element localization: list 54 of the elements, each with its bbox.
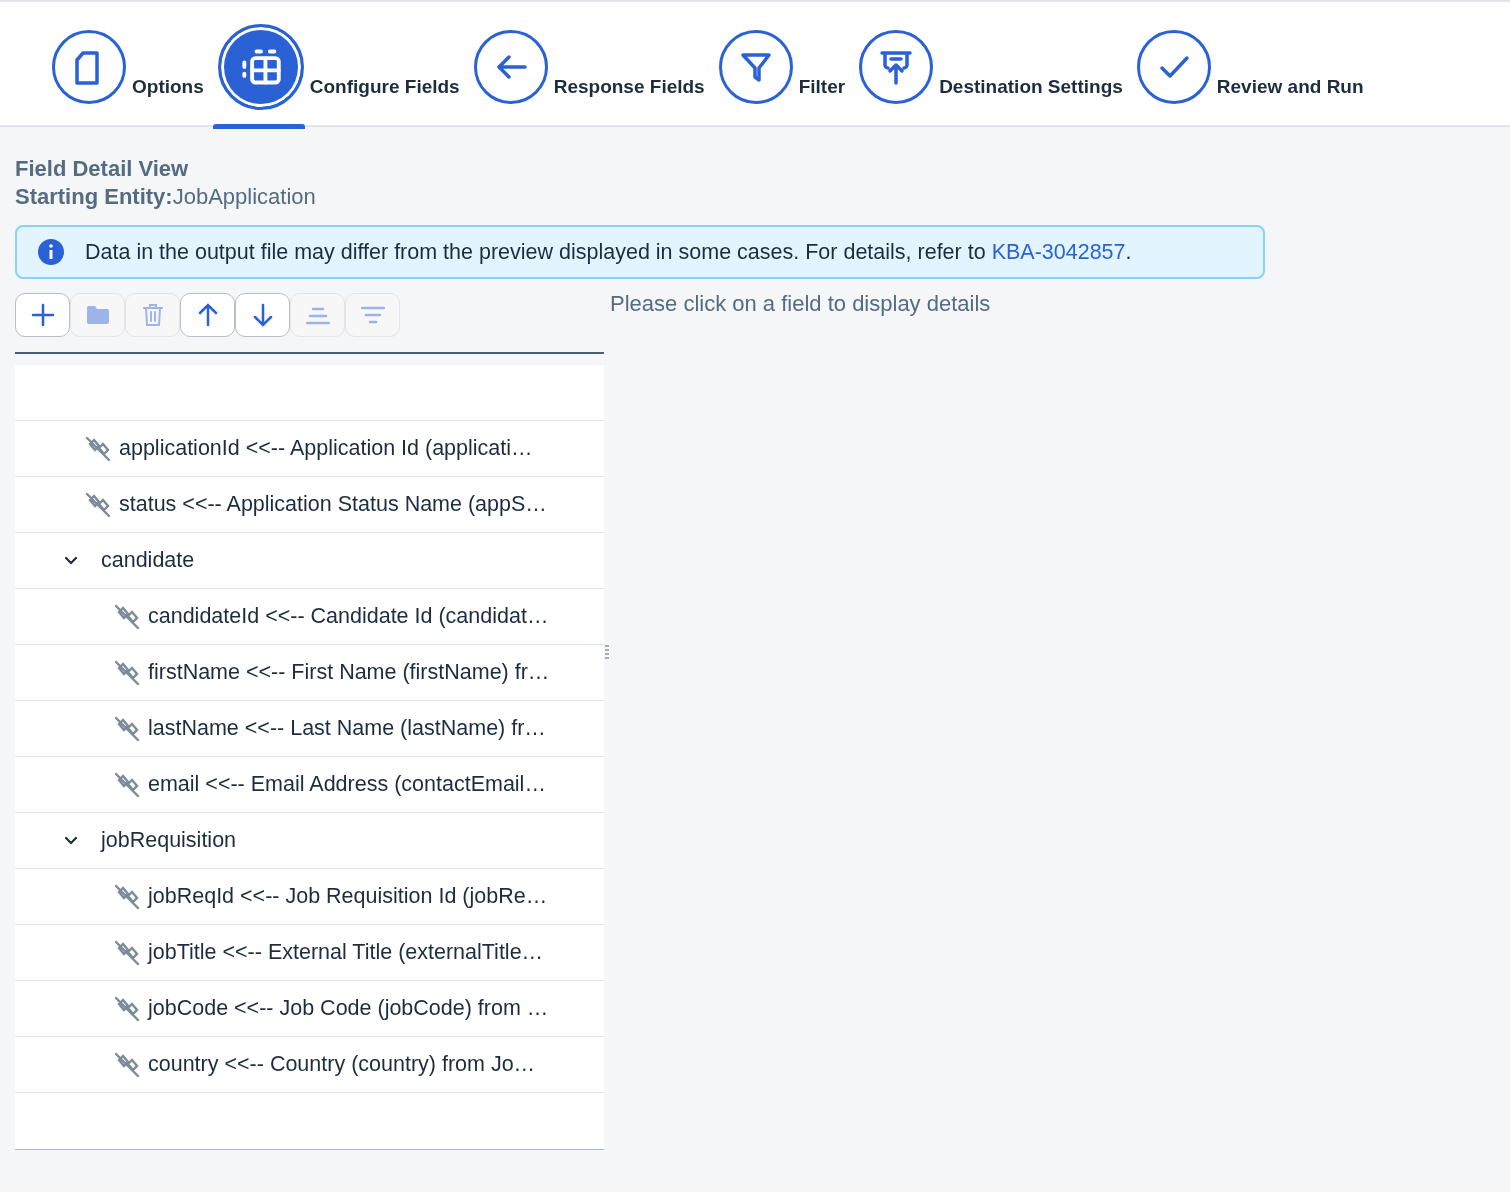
unlinked-chain-icon [114, 939, 140, 966]
grid-icon [240, 47, 281, 87]
add-button[interactable] [15, 293, 70, 337]
view-title: Field Detail View [15, 155, 190, 183]
tree-row[interactable]: lastName <<-- Last Name (lastName) fr… [15, 701, 604, 757]
tree-row[interactable]: jobCode <<-- Job Code (jobCode) from … [15, 981, 604, 1037]
field-mapping-text: lastName <<-- Last Name (lastName) fr… [148, 716, 546, 741]
unlinked-chain-icon [114, 1051, 140, 1078]
unlinked-chain-icon [114, 771, 140, 798]
field-mapping-text: jobTitle <<-- External Title (externalTitle… [148, 940, 544, 965]
tree-row[interactable]: jobReqId <<-- Job Requisition Id (jobRe… [15, 869, 604, 925]
field-mapping-text: status <<-- Application Status Name (appS… [119, 492, 547, 517]
unlinked-chain-icon [114, 659, 140, 686]
unlinked-chain-icon [85, 435, 111, 462]
unlinked-chain-icon [85, 491, 111, 518]
field-mapping-text: country <<-- Country (country) from Jo… [148, 1052, 536, 1077]
wizard-step[interactable]: Response Fields [473, 30, 705, 104]
field-mapping-text: email <<-- Email Address (contactEmail… [148, 772, 546, 797]
info-icon [37, 238, 65, 266]
field-mapping-text: jobReqId <<-- Job Requisition Id (jobRe… [148, 884, 548, 909]
group-name: jobRequisition [101, 828, 237, 853]
splitter-grip-icon[interactable] [605, 644, 609, 661]
field-mapping-text: applicationId <<-- Application Id (applicati… [119, 436, 533, 461]
wizard-step[interactable]: Configure Fields [217, 24, 460, 110]
unlinked-chain-icon [114, 603, 140, 630]
field-mapping-text: jobCode <<-- Job Code (jobCode) from … [148, 996, 549, 1021]
wizard-step[interactable]: Destination Settings [859, 30, 1123, 104]
plus-icon [30, 303, 55, 327]
tree-row[interactable]: status <<-- Application Status Name (appS… [15, 477, 604, 533]
starting-entity-text: Starting Entity:JobApplication [15, 183, 317, 211]
detail-hint-text: Please click on a field to display details [610, 291, 991, 316]
wizard-step[interactable]: Review and Run [1136, 30, 1364, 104]
field-mapping-text: candidateId <<-- Candidate Id (candidat… [148, 604, 549, 629]
tree-row[interactable]: candidateId <<-- Candidate Id (candidat… [15, 589, 604, 645]
folder-icon [85, 303, 110, 327]
field-mapping-text: firstName <<-- First Name (firstName) fr… [148, 660, 550, 685]
tree-row[interactable]: jobRequisition [15, 813, 604, 869]
unlinked-chain-icon [114, 995, 140, 1022]
up-button[interactable] [180, 293, 235, 337]
group-name: candidate [101, 548, 195, 573]
tree-row[interactable]: jobTitle <<-- External Title (externalTitle… [15, 925, 604, 981]
down-button[interactable] [235, 293, 290, 337]
tree-row[interactable]: email <<-- Email Address (contactEmail… [15, 757, 604, 813]
unlinked-chain-icon [114, 715, 140, 742]
tree-row[interactable]: candidate [15, 533, 604, 589]
trash-icon [140, 303, 165, 327]
tree-row[interactable]: country <<-- Country (country) from Jo… [15, 1037, 604, 1093]
kba-link[interactable]: KBA-3042857 [991, 239, 1126, 264]
info-message-text: Data in the output file may differ from the preview displayed in some cases. For details, refer to KBA-3042857. [85, 239, 1132, 265]
wizard-step[interactable]: Options [52, 30, 204, 104]
tree-row[interactable]: firstName <<-- First Name (firstName) fr… [15, 645, 604, 701]
upload-tray-icon [878, 49, 915, 85]
unlinked-chain-icon [114, 883, 140, 910]
tree-row[interactable]: applicationId <<-- Application Id (applicati… [15, 421, 604, 477]
